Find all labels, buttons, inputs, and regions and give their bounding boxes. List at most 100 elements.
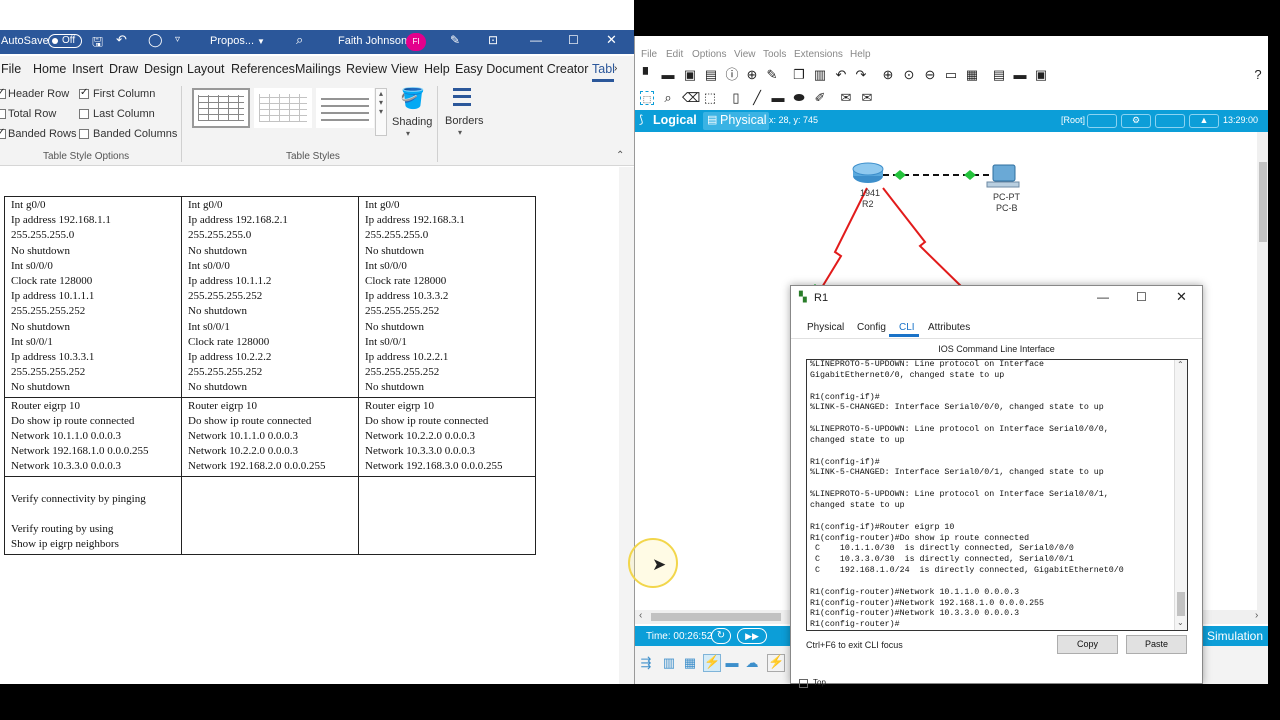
help-icon[interactable]: ? [1251,68,1265,82]
notes-icon[interactable]: ▤ [992,68,1006,82]
tab-physical[interactable]: Physical [720,113,767,127]
end-devices-icon[interactable]: ▥ [662,656,676,670]
info-icon[interactable]: ⓘ [725,68,739,82]
tab-home[interactable]: Home [33,62,66,76]
document-scrollbar[interactable] [619,167,634,684]
save-icon[interactable]: 🖫 [92,33,103,55]
table-cell[interactable]: Int g0/0 Ip address 192.168.3.1 255.255.… [358,196,536,398]
table-cell[interactable]: Verify connectivity by pinging Verify ro… [4,475,182,555]
scroll-right-icon[interactable]: › [1255,610,1258,621]
simulation-mode[interactable]: Simulation [1207,629,1263,643]
avatar[interactable]: FI [406,33,426,51]
maximize-icon[interactable]: ☐ [1136,290,1147,304]
multiuser-icon[interactable]: ☁ [745,656,759,670]
chevron-down-icon[interactable]: ▾ [406,129,410,138]
draw-rectangle-icon[interactable]: ▬ [771,91,785,105]
banded-rows-checkbox[interactable] [0,127,6,139]
window-icon[interactable]: ▭ [944,68,958,82]
scroll-thumb[interactable] [651,613,781,621]
network-icon[interactable]: ⊕ [745,68,759,82]
fast-forward-icon[interactable]: ▶▶ [737,628,767,644]
chevron-down-icon[interactable]: ▾ [458,128,462,137]
zoom-reset-icon[interactable]: ⊙ [902,68,916,82]
scroll-up-icon[interactable]: ⌃ [1177,360,1184,369]
inspect-icon[interactable]: ⌕ [661,91,675,105]
menu-options[interactable]: Options [692,49,726,60]
total-row-checkbox[interactable] [0,109,6,119]
open-folder-icon[interactable]: ▬ [661,68,675,82]
draw-ellipse-icon[interactable]: ⬬ [792,91,806,105]
paste-button[interactable]: Paste [1126,635,1187,654]
copy-button[interactable]: Copy [1057,635,1118,654]
customize-icon[interactable]: ▿ [175,34,180,45]
tab-design[interactable]: Design [144,62,183,76]
ribbon-display-icon[interactable]: ⊡ [488,33,498,47]
menu-edit[interactable]: Edit [666,49,683,60]
last-column-checkbox[interactable] [79,109,89,119]
pc-icon[interactable] [992,164,1016,182]
delete-icon[interactable]: ⌫ [682,91,700,105]
header-row-checkbox[interactable] [0,87,6,99]
tab-table-design[interactable]: Tabl [592,62,615,76]
freeform-icon[interactable]: ✐ [813,91,827,105]
tab-review[interactable]: Review [346,62,387,76]
menu-help[interactable]: Help [850,49,871,60]
menu-tools[interactable]: Tools [763,49,786,60]
menu-extensions[interactable]: Extensions [794,49,843,60]
cli-console[interactable]: %LINEPROTO-5-UPDOWN: Line protocol on In… [806,359,1188,631]
tab-easy-document-creator[interactable]: Easy Document Creator [455,62,588,76]
pencil-icon[interactable]: ✎ [765,68,779,82]
connections-icon[interactable]: ⚡ [703,654,721,672]
tab-config[interactable]: Config [857,322,886,333]
draw-line-icon[interactable]: ╱ [750,91,764,105]
table-cell[interactable]: Router eigrp 10 Do show ip route connect… [4,396,182,477]
tab-draw[interactable]: Draw [109,62,138,76]
select-icon[interactable]: ⬚ [640,91,654,105]
tab-file[interactable]: File [1,62,21,76]
undo-icon[interactable]: ↶ [116,32,127,48]
print-icon[interactable]: ▤ [704,68,718,82]
autosave-toggle[interactable]: Off [48,34,82,48]
pen-icon[interactable]: ✎ [450,33,460,47]
tab-mailings[interactable]: Mailings [295,62,341,76]
search-icon[interactable]: ⌕ [296,32,303,48]
reset-time-icon[interactable]: ↻ [711,628,731,644]
network-devices-icon[interactable]: ⇶ [639,656,653,670]
scroll-thumb[interactable] [1259,162,1267,242]
tab-insert[interactable]: Insert [72,62,103,76]
custom-device-icon[interactable]: ▦ [965,68,979,82]
table-cell[interactable]: Router eigrp 10 Do show ip route connect… [181,396,359,477]
collapse-ribbon-icon[interactable]: ⌃ [616,150,624,161]
new-file-icon[interactable]: ▘ [641,68,655,82]
banded-columns-checkbox[interactable] [79,129,89,139]
scroll-down-icon[interactable]: ⌄ [1177,618,1184,627]
maximize-icon[interactable]: ☐ [568,33,579,47]
shading-icon[interactable]: 🪣 [400,86,425,111]
chevron-right-icon[interactable]: › [614,63,617,74]
tab-attributes[interactable]: Attributes [928,322,970,333]
simple-pdu-icon[interactable]: ✉ [839,91,853,105]
table-cell[interactable]: Int g0/0 Ip address 192.168.2.1 255.255.… [181,196,359,398]
environment-icon[interactable]: ▲ [1189,114,1219,128]
root-label[interactable]: [Root] [1061,115,1085,125]
close-icon[interactable]: ✕ [1176,289,1187,305]
cli-scrollbar[interactable]: ⌃ ⌄ [1174,360,1187,630]
table-cell[interactable]: Router eigrp 10 Do show ip route connect… [358,396,536,477]
redo-icon[interactable]: ↷ [854,68,868,82]
document-page[interactable]: Int g0/0 Ip address 192.168.1.1 255.255.… [0,167,634,684]
resize-icon[interactable]: ⬚ [703,91,717,105]
components-icon[interactable]: ▦ [683,656,697,670]
cluster-icon[interactable]: ⚙ [1121,114,1151,128]
tab-layout[interactable]: Layout [187,62,225,76]
table-cell[interactable] [181,475,359,555]
workspace-vscroll[interactable] [1257,132,1268,610]
note-icon[interactable]: ▯ [729,91,743,105]
copy-icon[interactable]: ❐ [792,68,806,82]
menu-file[interactable]: File [641,49,657,60]
complex-pdu-icon[interactable]: ✉ [860,91,874,105]
borders-label[interactable]: Borders [445,115,484,127]
minimize-icon[interactable]: — [1097,290,1109,304]
table-cell[interactable]: Int g0/0 Ip address 192.168.1.1 255.255.… [4,196,182,398]
tab-physical[interactable]: Physical [807,322,844,333]
minimize-icon[interactable]: — [530,33,542,47]
